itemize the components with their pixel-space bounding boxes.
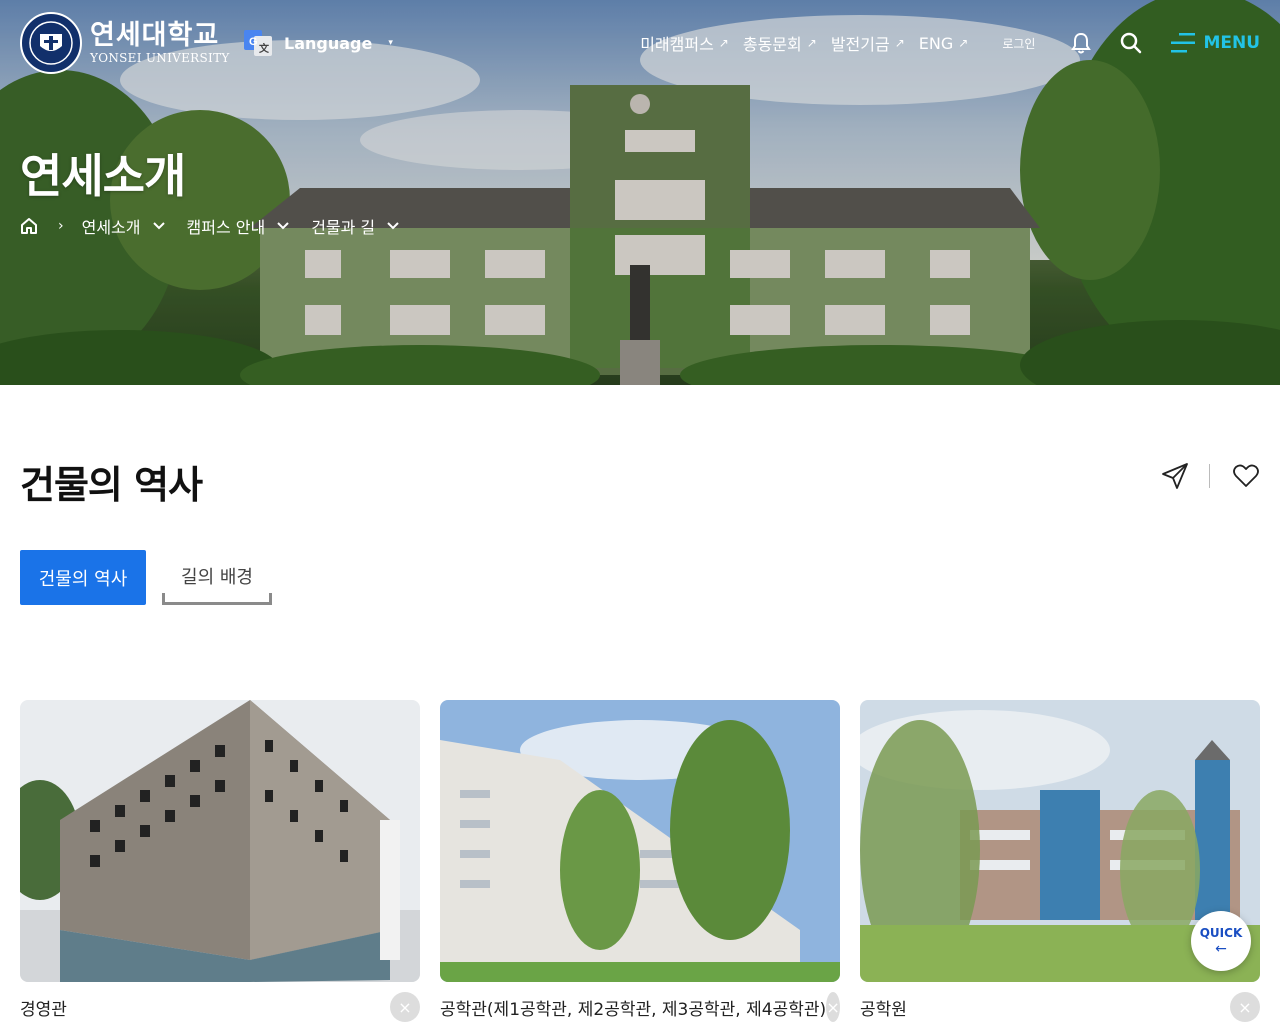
external-link-icon: ↗ [806, 36, 817, 50]
nav-link-alumni[interactable]: 총동문회 ↗ [743, 31, 817, 55]
login-link[interactable]: 로그인 [1002, 35, 1035, 52]
breadcrumb-item-about[interactable]: 연세소개 [82, 214, 165, 238]
building-photo [440, 700, 840, 982]
google-translate-icon: G 文 [244, 30, 272, 56]
nav-link-english[interactable]: ENG ↗ [919, 34, 969, 53]
close-icon[interactable]: × [390, 992, 420, 1022]
chevron-down-icon: ▾ [388, 38, 393, 48]
external-link-icon: ↗ [894, 36, 905, 50]
page-title: 건물의 역사 [20, 463, 203, 507]
hamburger-icon [1171, 33, 1196, 53]
external-link-icon: ↗ [718, 36, 729, 50]
arrow-left-icon: ← [1215, 941, 1227, 957]
hero-title: 연세소개 [20, 149, 186, 203]
page-actions [1161, 462, 1260, 490]
chevron-down-icon [152, 222, 165, 230]
logo-name-korean: 연세대학교 [90, 20, 220, 51]
chevron-right-icon: › [58, 218, 64, 234]
bell-icon [1071, 32, 1092, 54]
building-card[interactable]: 경영관 × [20, 700, 420, 1022]
svg-text:文: 文 [259, 42, 270, 55]
university-seal-icon [20, 12, 82, 74]
business-hall-photo [20, 700, 420, 982]
tab-road-background[interactable]: 길의 배경 [162, 550, 272, 605]
building-card-list: 경영관 × 공학관(제1공학관, 제2공학관, 제3공학관, 제4공학관) × [20, 700, 1260, 1022]
top-navigation: 미래캠퍼스 ↗ 총동문회 ↗ 발전기금 ↗ ENG ↗ 로그인 MENU [640, 26, 1260, 60]
quick-menu-button[interactable]: QUICK ← [1191, 911, 1251, 971]
building-name: 경영관 [20, 999, 67, 1020]
breadcrumb-item-campus-guide[interactable]: 캠퍼스 안내 [187, 214, 290, 238]
menu-button[interactable]: MENU [1171, 32, 1260, 54]
chevron-down-icon [387, 222, 399, 230]
close-icon[interactable]: × [826, 992, 840, 1022]
svg-text:G: G [249, 36, 258, 48]
hero-banner: 연세대학교 YONSEI UNIVERSITY G 文 Language ▾ 미… [0, 0, 1280, 385]
breadcrumb: › 연세소개 캠퍼스 안내 건물과 길 [20, 214, 421, 238]
building-card[interactable]: 공학관(제1공학관, 제2공학관, 제3공학관, 제4공학관) × [440, 700, 840, 1022]
divider [1209, 464, 1210, 488]
notification-button[interactable] [1069, 31, 1093, 55]
breadcrumb-item-buildings-and-roads[interactable]: 건물과 길 [311, 214, 399, 238]
building-name: 공학원 [860, 999, 907, 1020]
tab-building-history[interactable]: 건물의 역사 [20, 550, 146, 605]
search-icon [1121, 32, 1142, 54]
language-selector[interactable]: G 文 Language ▾ [244, 30, 393, 56]
menu-label: MENU [1203, 33, 1260, 53]
yonsei-logo[interactable]: 연세대학교 YONSEI UNIVERSITY [20, 12, 230, 74]
building-photo [20, 700, 420, 982]
home-icon[interactable] [20, 217, 38, 235]
language-label: Language [284, 33, 373, 53]
close-icon[interactable]: × [1230, 992, 1260, 1022]
building-name: 공학관(제1공학관, 제2공학관, 제3공학관, 제4공학관) [440, 999, 827, 1020]
logo-name-english: YONSEI UNIVERSITY [90, 51, 230, 65]
quick-label: QUICK [1199, 926, 1243, 940]
content-tabs: 건물의 역사 길의 배경 [20, 550, 272, 605]
chevron-down-icon [277, 222, 289, 230]
share-icon[interactable] [1161, 462, 1189, 490]
engineering-hall-photo [440, 700, 840, 982]
heart-icon[interactable] [1232, 462, 1260, 490]
nav-link-future-campus[interactable]: 미래캠퍼스 ↗ [640, 31, 729, 55]
building-card[interactable]: 공학원 × [860, 700, 1260, 1022]
search-button[interactable] [1119, 31, 1143, 55]
nav-link-development-fund[interactable]: 발전기금 ↗ [831, 31, 905, 55]
external-link-icon: ↗ [958, 36, 969, 50]
